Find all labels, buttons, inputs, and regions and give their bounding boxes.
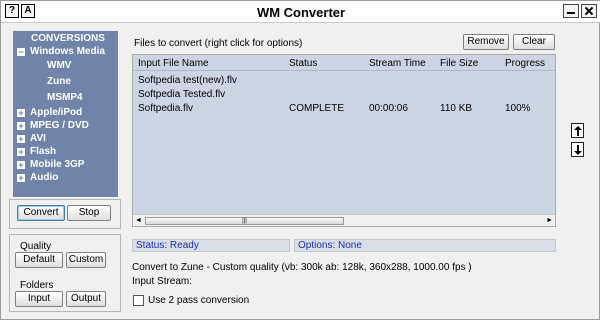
tree-subitem-wmv[interactable]: WMV: [13, 58, 118, 74]
tree-item-mobile-3gp[interactable]: + Mobile 3GP: [13, 158, 118, 171]
tree-item-windows-media[interactable]: − Windows Media: [13, 45, 118, 58]
column-header-progress[interactable]: Progress: [505, 58, 545, 69]
status-ready: Status: Ready: [132, 239, 290, 252]
stop-button[interactable]: Stop: [67, 205, 111, 221]
quality-label: Quality: [20, 241, 52, 252]
two-pass-label[interactable]: Use 2 pass conversion: [148, 295, 249, 306]
move-up-icon[interactable]: [571, 123, 584, 138]
scroll-thumb[interactable]: |||: [145, 217, 344, 225]
column-header-file-name[interactable]: Input File Name: [138, 58, 209, 69]
tree-item-flash[interactable]: + Flash: [13, 145, 118, 158]
tree-item-label: Audio: [30, 172, 59, 183]
scroll-left-icon[interactable]: ◄: [135, 217, 142, 225]
tree-item-audio[interactable]: + Audio: [13, 171, 118, 184]
move-down-icon[interactable]: [571, 142, 584, 157]
file-name: Softpedia.flv: [138, 103, 194, 114]
expand-icon[interactable]: +: [17, 161, 25, 170]
scroll-right-icon[interactable]: ►: [546, 217, 553, 225]
horizontal-scrollbar[interactable]: ◄ ||| ►: [133, 214, 555, 226]
file-stream-time: 00:00:06: [369, 103, 408, 114]
conversions-header: CONVERSIONS: [31, 33, 105, 44]
custom-quality-button[interactable]: Custom: [66, 252, 106, 268]
tree-subitem-msmp4[interactable]: MSMP4: [13, 90, 118, 106]
options-status: Options: None: [294, 239, 556, 252]
title-bar: ? A WM Converter: [1, 1, 600, 23]
remove-button[interactable]: Remove: [463, 34, 509, 50]
expand-icon[interactable]: +: [17, 109, 25, 118]
files-list[interactable]: Input File Name Status Stream Time File …: [132, 54, 556, 227]
tree-item-label: Mobile 3GP: [30, 159, 85, 170]
file-size: 110 KB: [440, 103, 473, 114]
file-row[interactable]: Softpedia.flv COMPLETE 00:00:06 110 KB 1…: [133, 101, 555, 116]
expand-icon[interactable]: +: [17, 174, 25, 183]
collapse-icon[interactable]: −: [17, 48, 25, 57]
input-folder-button[interactable]: Input: [15, 291, 63, 307]
minimize-icon[interactable]: [563, 4, 579, 18]
tree-item-apple-ipod[interactable]: + Apple/iPod: [13, 106, 118, 119]
convert-button[interactable]: Convert: [17, 205, 65, 221]
conversion-summary: Convert to Zune - Custom quality (vb: 30…: [132, 262, 472, 273]
window-title: WM Converter: [256, 5, 346, 20]
folders-label: Folders: [20, 280, 54, 291]
expand-icon[interactable]: +: [17, 122, 25, 131]
tree-item-label: Apple/iPod: [30, 107, 83, 118]
clear-button[interactable]: Clear: [513, 34, 555, 50]
file-row[interactable]: Softpedia Tested.flv: [133, 87, 555, 102]
tree-item-mpeg-dvd[interactable]: + MPEG / DVD: [13, 119, 118, 132]
column-header-file-size[interactable]: File Size: [440, 58, 478, 69]
column-header-status[interactable]: Status: [289, 58, 317, 69]
tree-subitem-zune[interactable]: Zune: [13, 74, 118, 90]
close-icon[interactable]: [581, 4, 597, 18]
tree-item-label: Flash: [30, 146, 57, 157]
file-row[interactable]: Softpedia test(new).flv: [133, 73, 555, 88]
output-folder-button[interactable]: Output: [66, 291, 106, 307]
input-stream-label: Input Stream:: [132, 276, 193, 287]
default-quality-button[interactable]: Default: [15, 252, 63, 268]
files-list-header: Input File Name Status Stream Time File …: [133, 55, 555, 71]
tree-item-label: AVI: [30, 133, 46, 144]
tree-item-label: MPEG / DVD: [30, 120, 89, 131]
app-window: ? A WM Converter CONVERSIONS − Windows M…: [0, 0, 600, 320]
files-to-convert-label: Files to convert (right click for option…: [134, 38, 303, 49]
file-progress: 100%: [505, 103, 531, 114]
conversions-tree: CONVERSIONS − Windows Media WMV Zune MSM…: [13, 31, 118, 197]
tree-item-avi[interactable]: + AVI: [13, 132, 118, 145]
file-status: COMPLETE: [289, 103, 345, 114]
file-name: Softpedia test(new).flv: [138, 75, 237, 86]
two-pass-checkbox[interactable]: [133, 295, 144, 306]
expand-icon[interactable]: +: [17, 135, 25, 144]
column-header-stream-time[interactable]: Stream Time: [369, 58, 426, 69]
expand-icon[interactable]: +: [17, 148, 25, 157]
file-name: Softpedia Tested.flv: [138, 89, 226, 100]
tree-item-label: Windows Media: [30, 46, 105, 57]
